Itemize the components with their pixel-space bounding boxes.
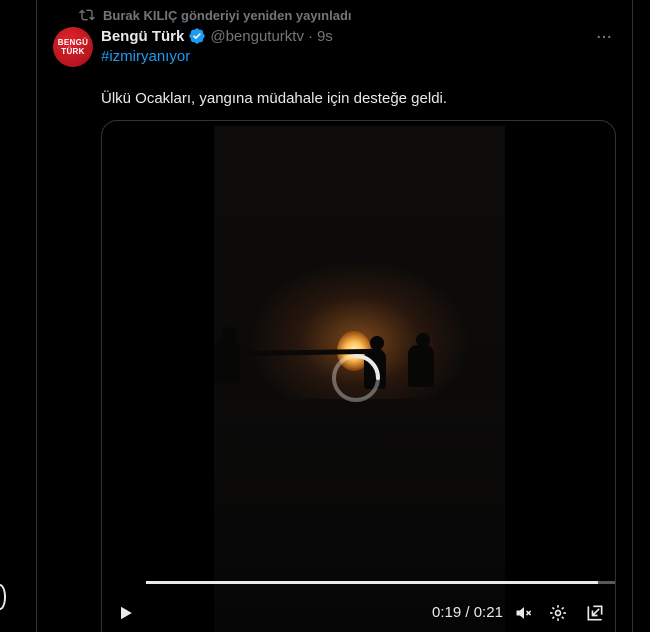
current-time: 0:19 bbox=[432, 604, 462, 621]
separator-dot: · bbox=[307, 27, 313, 45]
video-progress-bar[interactable] bbox=[146, 581, 615, 584]
person-silhouette bbox=[408, 345, 434, 387]
tweet-header: Bengü Türk @benguturktv · 9s bbox=[101, 26, 333, 46]
settings-icon[interactable] bbox=[546, 601, 570, 625]
video-controls: 0:19 / 0:21 bbox=[102, 593, 615, 632]
display-name[interactable]: Bengü Türk bbox=[101, 28, 184, 45]
person-silhouette bbox=[214, 341, 240, 383]
time-separator: / bbox=[461, 604, 474, 621]
hashtag-link[interactable]: #izmiryanıyor bbox=[101, 48, 190, 65]
partial-edge-icon bbox=[0, 584, 6, 610]
timeline-right-border bbox=[632, 0, 633, 632]
repost-icon bbox=[79, 9, 95, 21]
pip-icon[interactable] bbox=[583, 601, 607, 625]
video-time: 0:19 / 0:21 bbox=[432, 604, 503, 621]
mute-icon[interactable] bbox=[512, 601, 536, 625]
play-icon[interactable] bbox=[114, 601, 138, 625]
handle[interactable]: @benguturktv bbox=[210, 28, 304, 45]
verified-badge-icon[interactable] bbox=[188, 27, 206, 45]
loading-spinner-icon bbox=[332, 354, 380, 402]
tweet-text: Ülkü Ocakları, yangına müdahale için des… bbox=[101, 90, 448, 107]
video-player[interactable]: 0:19 / 0:21 bbox=[101, 120, 616, 632]
duration: 0:21 bbox=[473, 604, 503, 621]
avatar-text-line2: TÜRK bbox=[61, 47, 85, 56]
repost-context[interactable]: Burak KILIÇ gönderiyi yeniden yayınladı bbox=[79, 5, 352, 25]
repost-text: Burak KILIÇ gönderiyi yeniden yayınladı bbox=[103, 7, 352, 23]
tweet-card[interactable]: Burak KILIÇ gönderiyi yeniden yayınladı … bbox=[37, 0, 632, 632]
avatar-text-line1: BENGÜ bbox=[57, 38, 89, 47]
person-head bbox=[370, 336, 384, 350]
avatar[interactable]: BENGÜ TÜRK bbox=[53, 27, 93, 67]
more-icon[interactable] bbox=[594, 27, 614, 47]
timestamp[interactable]: 9s bbox=[317, 28, 333, 45]
video-progress-fill bbox=[146, 581, 599, 584]
